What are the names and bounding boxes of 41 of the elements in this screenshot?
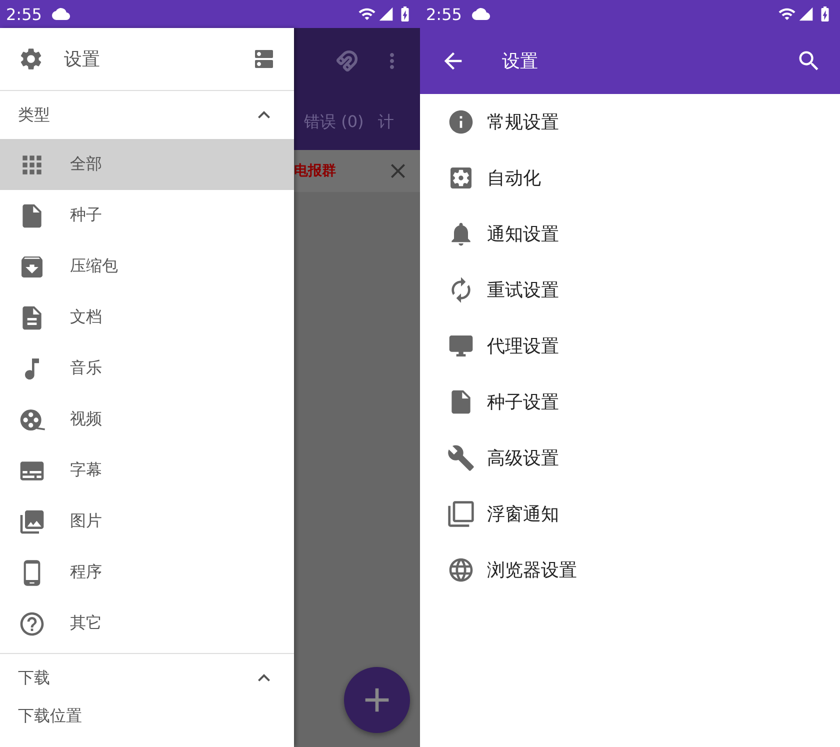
section-title: 下载 bbox=[18, 668, 51, 688]
settings-item[interactable]: 自动化 bbox=[487, 166, 541, 190]
banner-text: 电报群 bbox=[294, 162, 336, 180]
settings-item[interactable]: 浏览器设置 bbox=[487, 558, 577, 582]
settings-item[interactable]: 通知设置 bbox=[487, 222, 559, 246]
drawer-item[interactable]: 其它 bbox=[0, 598, 294, 649]
add-button[interactable] bbox=[344, 667, 410, 733]
drawer-item[interactable]: 压缩包 bbox=[0, 241, 294, 292]
settings-item[interactable]: 重试设置 bbox=[487, 278, 559, 302]
section-title: 类型 bbox=[18, 104, 51, 126]
settings-item[interactable]: 种子设置 bbox=[487, 390, 559, 414]
cloud-icon bbox=[52, 5, 70, 23]
status-time: 2:55 bbox=[426, 4, 462, 24]
signal-icon bbox=[378, 6, 394, 22]
magnet-icon[interactable] bbox=[336, 50, 358, 72]
settings-item[interactable]: 浮窗通知 bbox=[487, 502, 559, 526]
drawer-item[interactable]: 下载位置 bbox=[0, 702, 294, 742]
windows-icon bbox=[447, 500, 475, 528]
settings-item[interactable]: 常规设置 bbox=[487, 110, 559, 134]
server-icon[interactable] bbox=[252, 47, 276, 71]
wrench-icon bbox=[447, 444, 475, 472]
drawer-item[interactable]: 视频 bbox=[0, 394, 294, 445]
drawer-item[interactable]: 音乐 bbox=[0, 343, 294, 394]
settings-item[interactable]: 高级设置 bbox=[487, 446, 559, 470]
drawer-item[interactable]: 文档 bbox=[0, 292, 294, 343]
signal-icon bbox=[798, 6, 814, 22]
info-icon bbox=[447, 108, 475, 136]
app-bar-title: 设置 bbox=[502, 50, 539, 73]
globe-icon bbox=[447, 556, 475, 584]
photos-icon bbox=[18, 508, 46, 536]
cloud-icon bbox=[472, 5, 490, 23]
drawer-item[interactable]: 图片 bbox=[0, 496, 294, 547]
status-time: 2:55 bbox=[6, 4, 42, 24]
question-icon bbox=[18, 610, 46, 638]
drawer-title: 设置 bbox=[64, 48, 101, 71]
gear-icon[interactable] bbox=[18, 46, 44, 72]
drawer-item[interactable]: 全部 bbox=[0, 139, 294, 190]
drawer-item[interactable]: 程序 bbox=[0, 547, 294, 598]
drawer-item[interactable]: 字幕 bbox=[0, 445, 294, 496]
settings-item[interactable]: 代理设置 bbox=[487, 334, 559, 358]
drawer-item[interactable]: 种子 bbox=[0, 190, 294, 241]
